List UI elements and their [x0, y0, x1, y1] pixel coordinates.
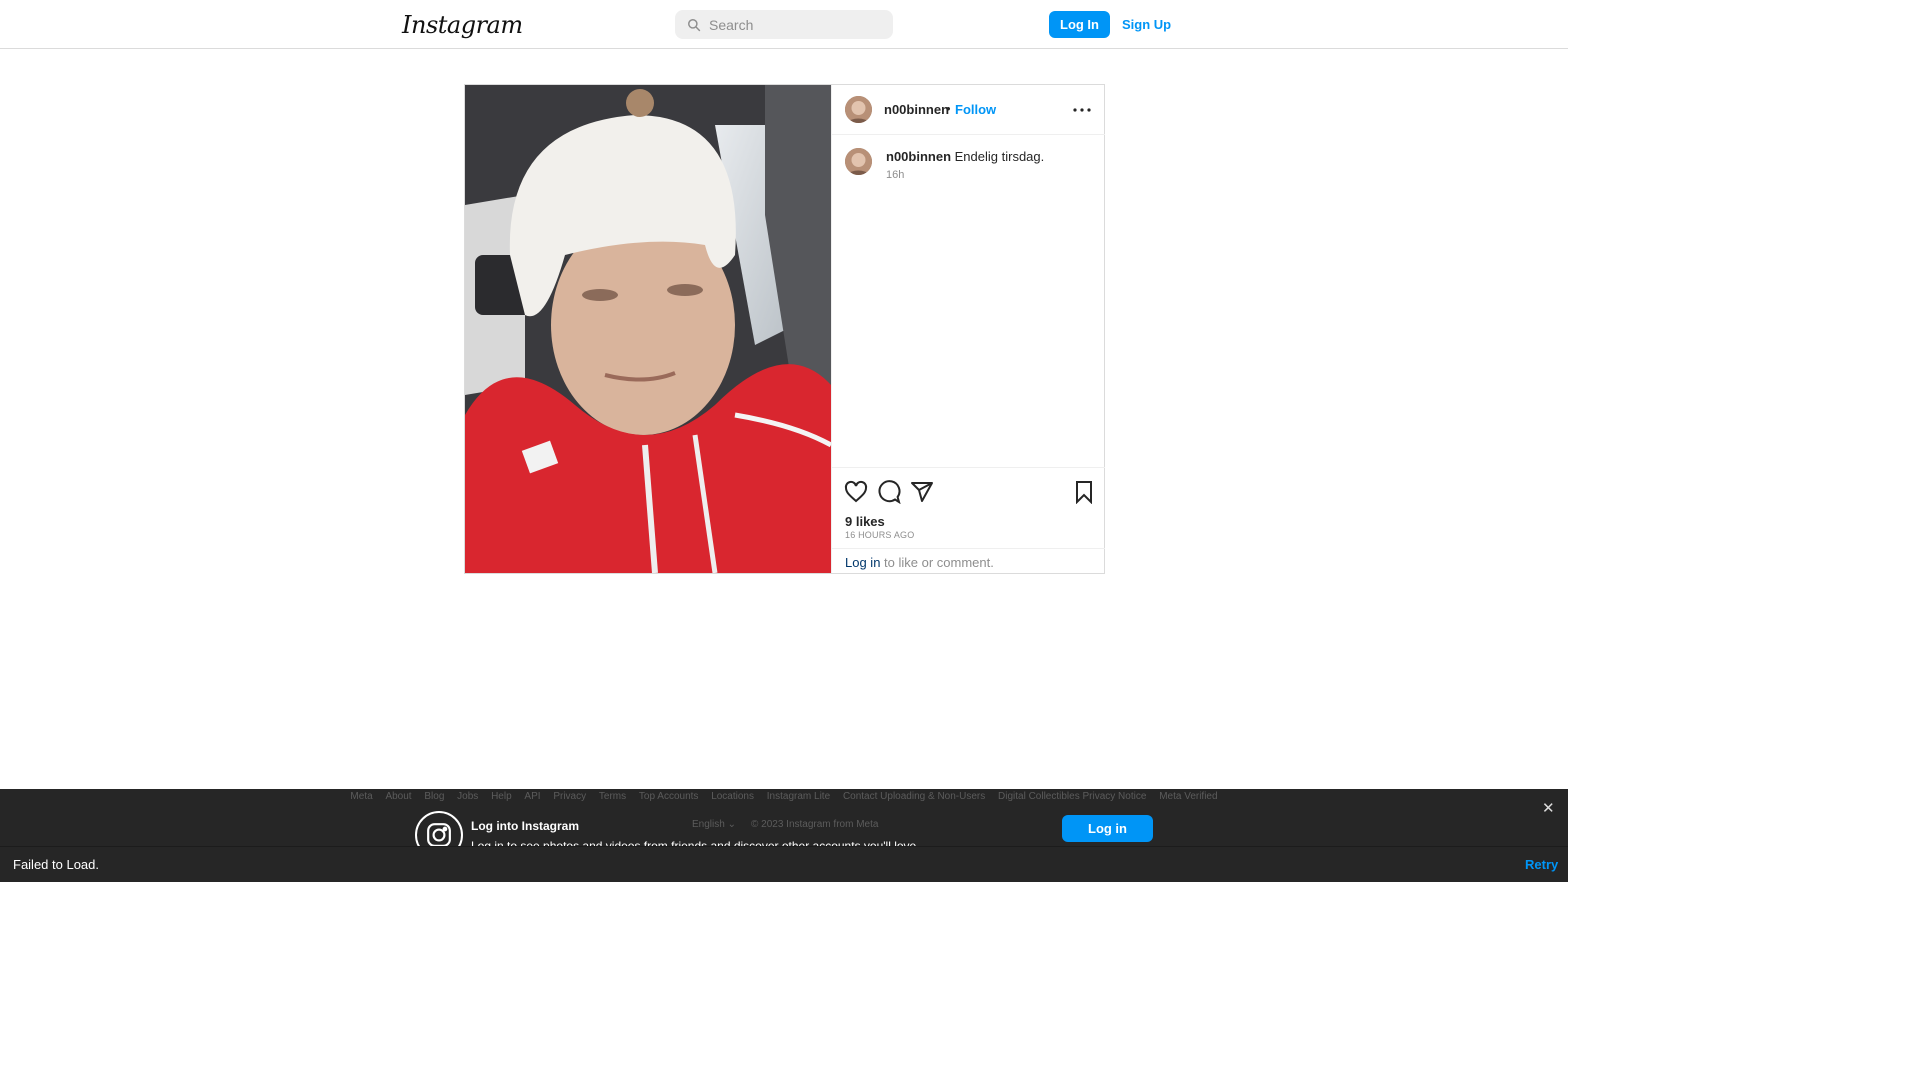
caption-text: Endelig tirsdag. [954, 149, 1045, 164]
post-sidebar: n00binnen • Follow n00binnen Endelig tir… [831, 85, 1105, 573]
author-avatar[interactable] [845, 96, 872, 123]
likes-count[interactable]: 9 likes [845, 514, 885, 529]
footer-link[interactable]: Top Accounts [639, 791, 698, 802]
post-header: n00binnen • Follow [832, 85, 1105, 135]
footer-link[interactable]: About [385, 791, 411, 802]
footer-link[interactable]: Blog [424, 791, 444, 802]
footer-link[interactable]: Instagram Lite [767, 791, 830, 802]
separator-dot: • [946, 101, 951, 116]
author-username[interactable]: n00binnen [884, 102, 949, 117]
bookmark-icon[interactable] [1072, 480, 1096, 504]
error-toast: Failed to Load. Retry [0, 846, 1568, 882]
login-link[interactable]: Log in [845, 555, 880, 570]
signup-button[interactable]: Sign Up [1118, 11, 1175, 38]
post-actions: 9 likes 16 HOURS AGO [832, 467, 1105, 549]
instagram-logo[interactable]: Instagram [402, 11, 523, 39]
close-icon[interactable]: ✕ [1542, 799, 1555, 817]
comment-icon[interactable] [877, 480, 901, 504]
caption-avatar[interactable] [845, 148, 872, 175]
share-icon[interactable] [910, 480, 934, 504]
login-button[interactable]: Log In [1049, 11, 1110, 38]
footer-link[interactable]: Jobs [457, 791, 478, 802]
search-box[interactable] [675, 10, 893, 39]
post-card: n00binnen • Follow n00binnen Endelig tir… [464, 84, 1105, 574]
posted-time: 16 HOURS AGO [845, 530, 915, 540]
footer-link[interactable]: Meta [350, 791, 372, 802]
more-options-icon[interactable] [1070, 101, 1094, 119]
login-to-comment: Log in to like or comment. [832, 548, 1105, 573]
heart-icon[interactable] [844, 480, 868, 504]
retry-button[interactable]: Retry [1525, 857, 1558, 872]
footer-link[interactable]: Help [491, 791, 512, 802]
footer-links: Meta About Blog Jobs Help API Privacy Te… [0, 791, 1568, 802]
caption-username[interactable]: n00binnen [886, 149, 951, 164]
promo-title: Log into Instagram [471, 819, 579, 833]
top-navigation-bar: Instagram Log In Sign Up [0, 0, 1568, 49]
footer-link[interactable]: Contact Uploading & Non-Users [843, 791, 985, 802]
footer-link[interactable]: Privacy [553, 791, 586, 802]
post-caption: n00binnen Endelig tirsdag. [886, 149, 1096, 164]
footer-link[interactable]: Locations [711, 791, 754, 802]
copyright: © 2023 Instagram from Meta [751, 819, 879, 830]
toast-message: Failed to Load. [13, 857, 100, 872]
search-icon [688, 18, 701, 31]
footer-link[interactable]: Terms [599, 791, 626, 802]
banner-login-button[interactable]: Log in [1062, 815, 1153, 842]
chevron-down-icon: ⌄ [727, 819, 736, 830]
footer-link[interactable]: Digital Collectibles Privacy Notice [998, 791, 1146, 802]
caption-time: 16h [886, 169, 905, 181]
follow-button[interactable]: Follow [955, 102, 996, 117]
post-photo[interactable] [465, 85, 831, 573]
language-selector[interactable]: English ⌄ [692, 819, 736, 830]
footer-link[interactable]: API [524, 791, 540, 802]
search-input[interactable] [709, 16, 879, 33]
footer-link[interactable]: Meta Verified [1159, 791, 1217, 802]
language-label: English [692, 819, 725, 830]
login-hint: to like or comment. [880, 555, 994, 570]
